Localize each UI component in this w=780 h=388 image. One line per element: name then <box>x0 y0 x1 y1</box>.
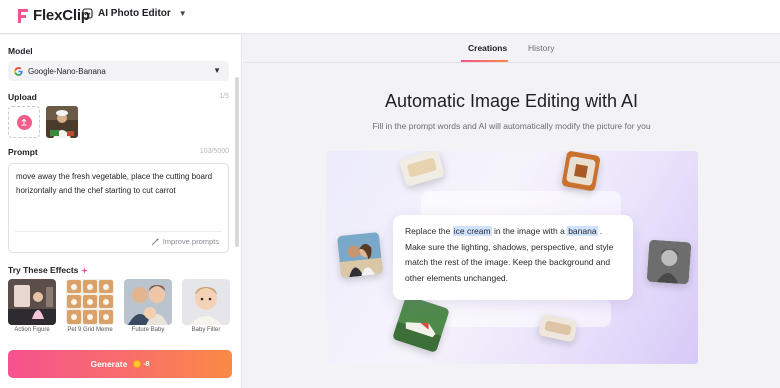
upload-icon <box>16 114 32 130</box>
prompt-text[interactable]: move away the fresh vegetable, place the… <box>16 170 221 198</box>
highlight-ice-cream: ice cream <box>452 226 492 236</box>
credit-cost: -8 <box>133 360 150 368</box>
improve-label: Improve prompts <box>162 237 219 246</box>
example-illustration: Replace the ice cream in the image with … <box>326 151 698 364</box>
uploaded-image-chef[interactable] <box>46 106 78 138</box>
main-tabs: Creations History <box>243 35 780 63</box>
sparkle-icon <box>81 266 89 274</box>
effect-label: Pet 9 Grid Meme <box>67 327 113 333</box>
settings-panel: Model Google-Nano-Banana ▼ Upload 1/5 Pr… <box>0 35 242 388</box>
example-prompt-card: Replace the ice cream in the image with … <box>393 215 633 300</box>
effect-thumbnail <box>8 279 56 325</box>
ghost-card-front <box>431 299 611 327</box>
effect-thumbnail <box>66 279 114 325</box>
effect-label: Action Figure <box>14 327 50 333</box>
chevron-down-icon: ▼ <box>178 9 187 18</box>
prompt-input[interactable]: move away the fresh vegetable, place the… <box>8 163 229 253</box>
active-tab-underline <box>461 60 508 62</box>
wand-icon <box>151 237 159 246</box>
improve-prompts-button[interactable]: Improve prompts <box>151 237 219 246</box>
model-value: Google-Nano-Banana <box>28 66 106 76</box>
highlight-banana: banana <box>567 226 598 236</box>
generate-button[interactable]: Generate -8 <box>8 350 232 378</box>
coin-icon <box>133 360 142 368</box>
flexclip-logo-icon <box>18 8 28 23</box>
example-text-pre: Replace the <box>405 226 453 236</box>
tool-name: AI Photo Editor <box>98 8 171 19</box>
effect-pet-9-grid-meme[interactable]: Pet 9 Grid Meme <box>66 279 114 333</box>
panel-scrollbar[interactable] <box>235 77 239 247</box>
top-bar: FlexClip AI Photo Editor ▼ <box>0 0 780 34</box>
flexclip-logo[interactable]: FlexClip <box>16 7 90 24</box>
tab-creations[interactable]: Creations <box>468 43 507 53</box>
effect-label: Future Baby <box>131 327 165 333</box>
floating-portrait-photo <box>646 239 692 285</box>
effects-label: Try These Effects <box>8 265 79 275</box>
credit-cost-value: -8 <box>143 360 150 368</box>
generate-label: Generate <box>90 359 128 369</box>
floating-couple-photo <box>336 231 384 279</box>
page-title: Automatic Image Editing with AI <box>384 91 639 111</box>
effects-heading: Try These Effects <box>8 265 89 275</box>
prompt-label: Prompt <box>8 147 38 157</box>
example-text-mid: in the image with a <box>491 226 568 236</box>
tab-history[interactable]: History <box>528 43 554 53</box>
effect-thumbnail <box>182 279 230 325</box>
effect-action-figure[interactable]: Action Figure <box>8 279 56 333</box>
page-subtitle: Fill in the prompt words and AI will aut… <box>372 121 651 131</box>
ai-photo-editor-icon <box>82 8 93 19</box>
floating-orange-photo <box>561 151 601 192</box>
tool-switcher[interactable]: AI Photo Editor ▼ <box>82 8 187 19</box>
model-label: Model <box>8 46 33 56</box>
effect-baby-filter[interactable]: Baby Filter <box>182 279 230 333</box>
prompt-divider <box>15 231 222 232</box>
effect-future-baby[interactable]: Future Baby <box>124 279 172 333</box>
floating-bread-photo <box>398 151 446 187</box>
google-icon <box>14 66 23 76</box>
effect-thumbnail <box>124 279 172 325</box>
effects-list: Action Figure Pet 9 Grid Meme Future Bab… <box>8 279 230 333</box>
effect-label: Baby Filter <box>191 327 221 333</box>
prompt-count: 103/5000 <box>199 148 229 155</box>
upload-label: Upload <box>8 92 37 102</box>
model-select[interactable]: Google-Nano-Banana ▼ <box>8 61 229 81</box>
upload-count: 1/5 <box>219 93 229 100</box>
upload-button[interactable] <box>8 106 40 138</box>
chevron-down-icon: ▼ <box>213 66 221 75</box>
